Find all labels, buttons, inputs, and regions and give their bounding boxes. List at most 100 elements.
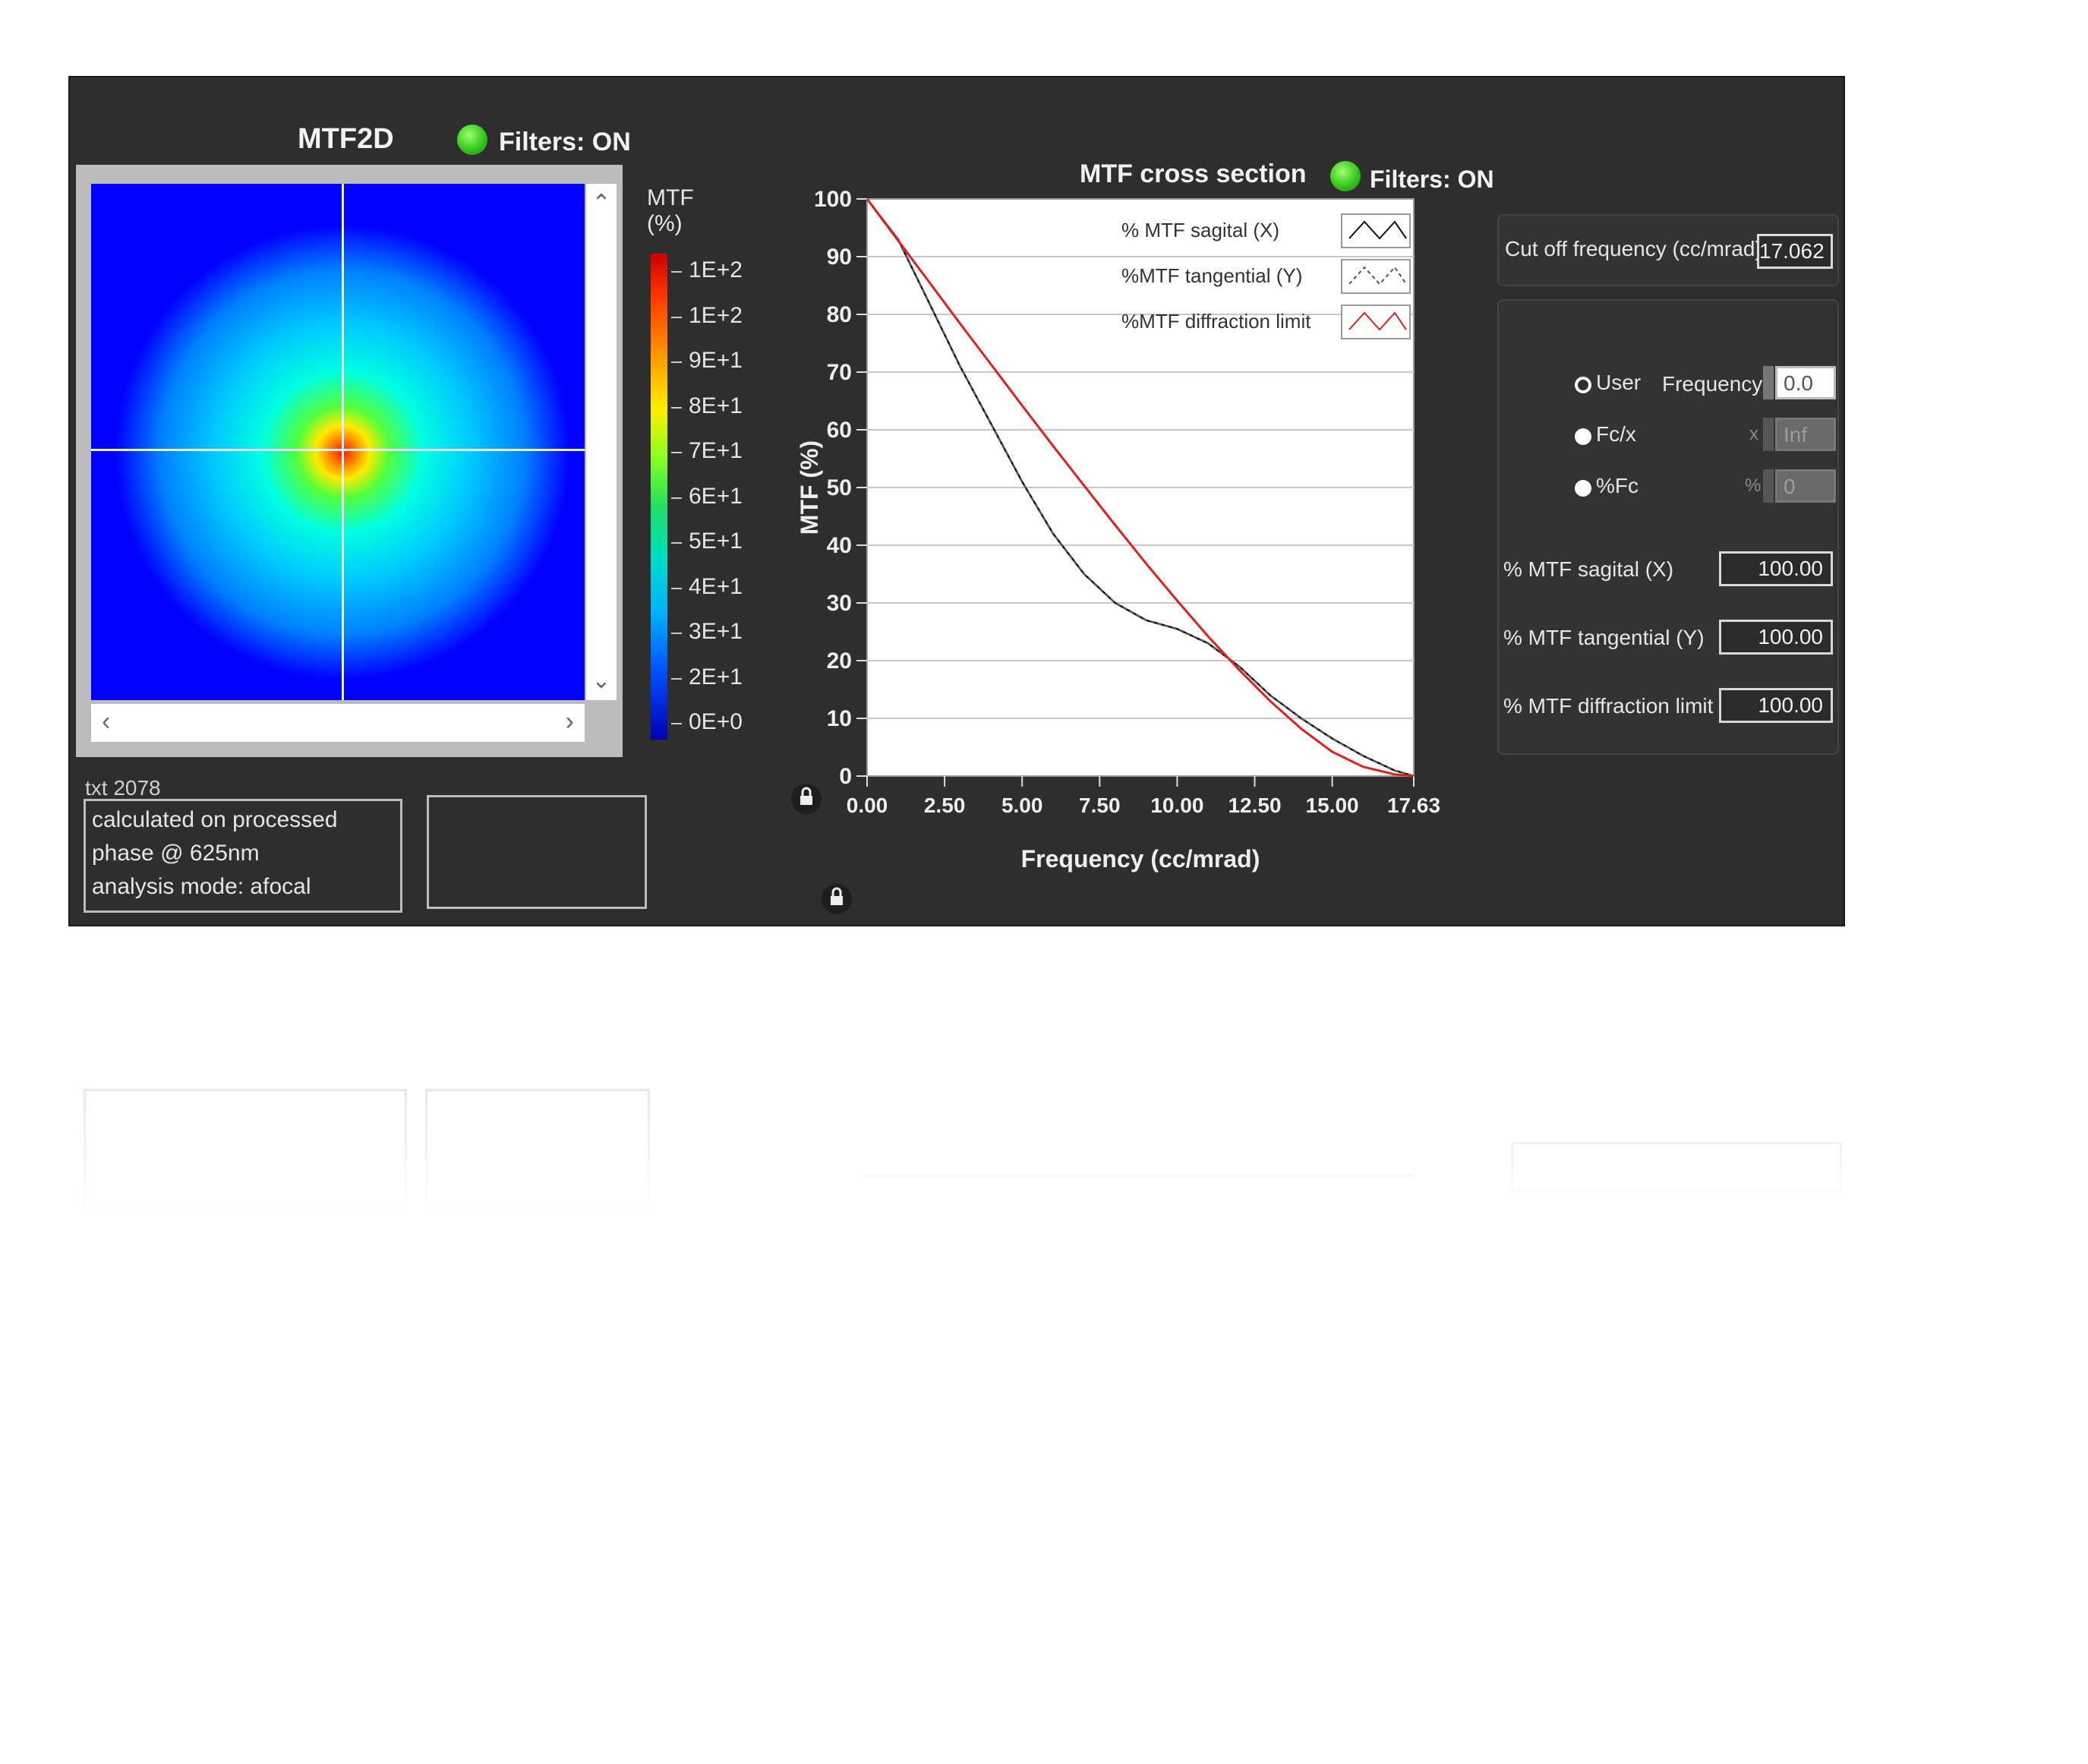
y-tick-label: 0: [839, 764, 852, 789]
reflection-axis: [866, 1174, 1412, 1177]
colorbar-tick-label: 7E+1: [689, 438, 743, 463]
x-tick-label: 2.50: [924, 794, 966, 817]
frequency-input[interactable]: 0.0: [1775, 366, 1836, 399]
mtf-analysis-panel: MTF2D Filters: ON ⌃ ⌄ ‹ › MTF (%) 1E+2 1E…: [68, 76, 1845, 926]
info-line: analysis mode: afocal: [92, 874, 311, 899]
pfc-prefix: %: [1745, 475, 1762, 496]
info-box: calculated on processed phase @ 625nm an…: [84, 799, 402, 913]
fcx-prefix: x: [1749, 424, 1758, 444]
x-tick-label: 10.00: [1150, 794, 1203, 817]
crosshair-horizontal[interactable]: [91, 449, 585, 451]
tangential-value-field: 100.00: [1719, 620, 1833, 655]
x-tick-label: 12.50: [1228, 794, 1281, 817]
colorbar-tick-label: 5E+1: [689, 529, 743, 554]
reflection-empty-box: [425, 1089, 650, 1207]
y-tick-label: 10: [827, 706, 852, 731]
legend-label: % MTF sagital (X): [1121, 219, 1279, 241]
panel-reflection: [68, 934, 1845, 1223]
legend-label: %MTF tangential (Y): [1121, 264, 1302, 287]
y-tick-label: 100: [814, 187, 852, 212]
radio-pfc-label: %Fc: [1596, 474, 1639, 497]
y-tick-label: 60: [827, 418, 852, 443]
colorbar-tick-mark: [671, 723, 682, 724]
colorbar-tick-label: 3E+1: [689, 619, 743, 644]
sagital-value-field: 100.00: [1719, 551, 1833, 586]
radio-user[interactable]: [1575, 377, 1591, 393]
scroll-down-icon[interactable]: ⌄: [586, 667, 617, 694]
x-tick-label: 17.63: [1387, 794, 1440, 817]
radio-user-label: User: [1596, 371, 1642, 394]
mtf2d-filters-label: Filters: ON: [499, 128, 631, 156]
y-tick-label: 70: [827, 360, 852, 385]
fcx-spinner-icon: [1763, 418, 1774, 451]
diffraction-label: % MTF diffraction limit: [1503, 694, 1714, 718]
legend-label: %MTF diffraction limit: [1121, 310, 1311, 333]
frequency-subpanel: User Frequency 0.0 Fc/x x Inf %Fc % 0 % …: [1497, 299, 1839, 755]
colorbar-tick-label: 1E+2: [689, 302, 743, 328]
y-tick-label: 20: [827, 648, 852, 674]
colorbar-tick-mark: [671, 677, 682, 680]
info-line: phase @ 625nm: [92, 841, 260, 866]
pfc-input: 0: [1775, 469, 1836, 503]
status-text: txt 2078: [85, 776, 161, 800]
horizontal-scrollbar[interactable]: ‹ ›: [91, 704, 585, 742]
colorbar-tick-label: 2E+1: [689, 664, 743, 690]
cutoff-value-field: 17.062: [1757, 234, 1833, 269]
mtf2d-title: MTF2D: [298, 123, 394, 155]
frequency-spinner-icon[interactable]: [1763, 366, 1774, 399]
y-tick-label: 80: [827, 302, 852, 327]
x-tick-label: 15.00: [1306, 794, 1359, 817]
fcx-input: Inf: [1775, 418, 1836, 451]
colorbar-tick-label: 9E+1: [689, 348, 743, 373]
y-axis-label: MTF (%): [796, 440, 823, 535]
sagital-label: % MTF sagital (X): [1503, 557, 1674, 581]
colorbar-tick-label: 0E+0: [689, 709, 743, 734]
crosshair-vertical[interactable]: [342, 184, 344, 700]
colorbar-tick-mark: [671, 587, 682, 589]
colorbar-tick-mark: [671, 361, 682, 363]
radio-fcx[interactable]: [1575, 428, 1591, 445]
colorbar-tick-mark: [671, 452, 682, 453]
colorbar-tick-label: 4E+1: [689, 573, 743, 599]
y-tick-label: 90: [827, 245, 852, 270]
x-tick-label: 5.00: [1001, 794, 1043, 817]
tangential-label: % MTF tangential (Y): [1503, 626, 1705, 649]
radio-pfc[interactable]: [1575, 480, 1591, 497]
reflection-info-box: [84, 1089, 407, 1207]
scroll-right-icon[interactable]: ›: [566, 707, 574, 737]
mtf-cross-section-chart[interactable]: 0 10 20 30 40 50 60 70 80 90 100 0.00 2.50 5.00 7.50 1…: [738, 184, 1512, 928]
colorbar-tick-mark: [671, 633, 682, 634]
x-axis-label: Frequency (cc/mrad): [1021, 845, 1260, 873]
colorbar-tick-mark: [671, 271, 682, 273]
reflection-field: [1511, 1142, 1842, 1192]
colorbar: [651, 254, 667, 740]
frequency-label: Frequency: [1662, 372, 1763, 396]
x-tick-label: 7.50: [1079, 794, 1121, 817]
colorbar-tick-label: 8E+1: [689, 393, 743, 418]
colorbar-tick-mark: [671, 406, 682, 409]
colorbar-tick-label: 6E+1: [689, 483, 743, 509]
y-tick-label: 50: [827, 475, 852, 500]
info-line: calculated on processed: [92, 807, 338, 832]
scroll-left-icon[interactable]: ‹: [102, 707, 110, 737]
vertical-scrollbar[interactable]: ⌃ ⌄: [586, 184, 617, 700]
y-tick-label: 30: [827, 591, 852, 616]
pfc-spinner-icon: [1763, 469, 1774, 503]
cutoff-label: Cut off frequency (cc/mrad): [1505, 237, 1762, 260]
radio-fcx-label: Fc/x: [1596, 422, 1636, 446]
legend-swatch: [1341, 305, 1411, 339]
scroll-up-icon[interactable]: ⌃: [586, 190, 617, 216]
colorbar-tick-mark: [671, 316, 682, 318]
x-axis-lock-icon[interactable]: [822, 884, 852, 914]
colorbar-tick-mark: [671, 497, 682, 499]
colorbar-tick-mark: [671, 542, 682, 544]
diffraction-value-field: 100.00: [1719, 688, 1833, 723]
colorbar-tick-label: 1E+2: [689, 257, 743, 282]
x-tick-label: 0.00: [847, 794, 888, 817]
legend-swatch: [1341, 213, 1411, 248]
mtf2d-heatmap[interactable]: [91, 184, 585, 700]
mtf2d-image-frame: ⌃ ⌄ ‹ ›: [76, 165, 623, 757]
cutoff-subpanel: Cut off frequency (cc/mrad) 17.062: [1497, 214, 1839, 286]
legend-swatch: [1341, 259, 1411, 294]
y-axis-lock-icon[interactable]: [791, 784, 822, 814]
